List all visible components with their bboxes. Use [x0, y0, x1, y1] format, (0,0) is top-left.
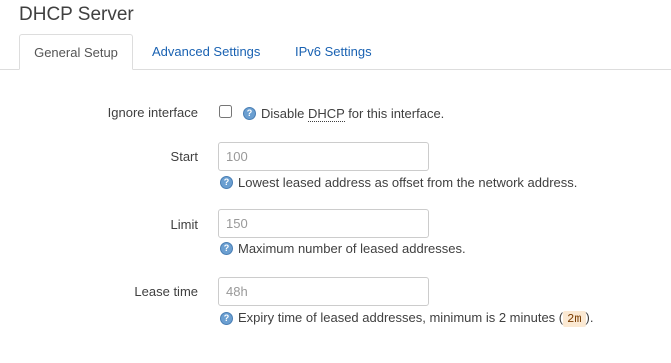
lease-time-help-prefix: Expiry time of leased addresses, minimum…: [238, 310, 564, 325]
tab-bar: General Setup Advanced Settings IPv6 Set…: [0, 34, 671, 70]
ignore-interface-help-suffix: for this interface.: [344, 106, 445, 121]
start-help: Lowest leased address as offset from the…: [238, 175, 578, 190]
help-icon: ?: [220, 242, 233, 255]
lease-time-input[interactable]: [218, 277, 429, 306]
tab-ipv6-settings[interactable]: IPv6 Settings: [295, 34, 372, 69]
limit-label: Limit: [170, 217, 198, 232]
start-label: Start: [170, 149, 198, 164]
start-input[interactable]: [218, 142, 429, 171]
lease-time-label: Lease time: [134, 284, 198, 299]
limit-help: Maximum number of leased addresses.: [238, 241, 466, 256]
tab-advanced-settings[interactable]: Advanced Settings: [152, 34, 260, 69]
help-icon: ?: [243, 107, 256, 120]
lease-time-example-code: 2m: [563, 311, 586, 327]
lease-time-help: Expiry time of leased addresses, minimum…: [238, 310, 594, 327]
ignore-interface-help: Disable DHCP for this interface.: [261, 106, 445, 122]
tab-general-setup[interactable]: General Setup: [19, 34, 133, 70]
dhcp-abbreviation: DHCP: [307, 106, 345, 122]
help-icon: ?: [220, 312, 233, 325]
ignore-interface-checkbox[interactable]: [219, 105, 232, 118]
page-title: DHCP Server: [19, 4, 134, 25]
ignore-interface-help-prefix: Disable: [261, 106, 308, 121]
lease-time-help-suffix: ).: [585, 310, 594, 325]
help-icon: ?: [220, 176, 233, 189]
ignore-interface-label: Ignore interface: [107, 105, 198, 120]
limit-input[interactable]: [218, 209, 429, 238]
